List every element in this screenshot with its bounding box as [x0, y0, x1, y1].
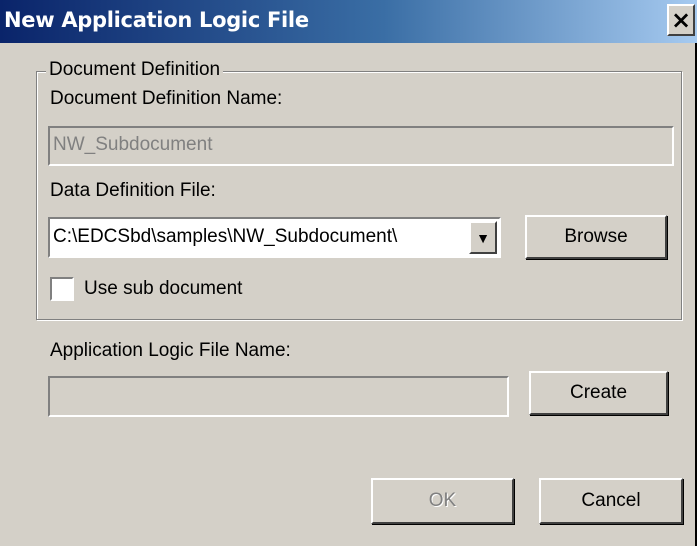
- document-definition-name-label: Document Definition Name:: [50, 88, 283, 109]
- create-button[interactable]: Create: [529, 371, 668, 415]
- new-application-logic-file-dialog: New Application Logic File × Document De…: [0, 0, 697, 546]
- browse-button[interactable]: Browse: [525, 215, 667, 259]
- title-bar[interactable]: New Application Logic File ×: [0, 0, 697, 43]
- window-title: New Application Logic File: [4, 8, 309, 32]
- use-sub-document-checkbox[interactable]: [50, 277, 74, 301]
- application-logic-file-name-label: Application Logic File Name:: [50, 340, 291, 361]
- use-sub-document-label[interactable]: Use sub document: [84, 278, 242, 300]
- document-definition-group-label: Document Definition: [46, 59, 224, 81]
- document-definition-name-field: NW_Subdocument: [48, 126, 674, 166]
- chevron-down-icon: ▼: [476, 229, 490, 246]
- data-definition-file-combo[interactable]: C:\EDCSbd\samples\NW_Subdocument\ ▼: [48, 217, 501, 258]
- data-definition-file-value: C:\EDCSbd\samples\NW_Subdocument\: [53, 226, 398, 247]
- dropdown-arrow-button[interactable]: ▼: [469, 221, 497, 254]
- application-logic-file-name-field[interactable]: [48, 376, 509, 417]
- cancel-button[interactable]: Cancel: [539, 478, 683, 524]
- ok-button[interactable]: OK: [371, 478, 514, 524]
- data-definition-file-label: Data Definition File:: [50, 180, 216, 201]
- close-button[interactable]: ×: [667, 4, 695, 36]
- close-icon: ×: [670, 6, 692, 34]
